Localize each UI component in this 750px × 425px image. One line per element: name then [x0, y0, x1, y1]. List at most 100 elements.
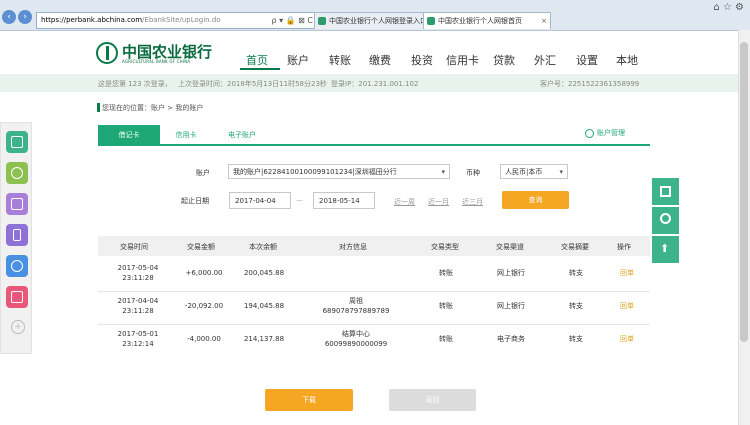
col-type: 交易类型	[431, 243, 459, 251]
customer-number: 客户号：2251522361358999	[540, 80, 640, 88]
tab-favicon-icon	[318, 17, 326, 25]
browser-tab-login[interactable]: 中国农业银行个人网银登录入口	[314, 12, 438, 29]
chart-icon[interactable]	[6, 193, 28, 215]
row-party-no: 689078797889789	[322, 307, 390, 315]
account-management-label: 账户管理	[597, 129, 625, 137]
row-party-no: 60099890000099	[324, 340, 388, 348]
graph-icon[interactable]	[6, 286, 28, 308]
nav-settings[interactable]: 设置	[576, 52, 598, 68]
table-row: 2017-05-04 23:11:28 +6,000.00 200,045.88…	[98, 261, 650, 289]
browser-chrome: ‹ › https://perbank.abchina.com/EbankSite…	[0, 0, 750, 31]
login-ip: 登录IP：201.231.001.102	[331, 80, 419, 88]
account-management-link[interactable]: 账户管理	[585, 128, 625, 138]
nav-active-underline	[240, 68, 280, 70]
nav-forex[interactable]: 外汇	[534, 52, 556, 68]
table-row: 2017-04-04 23:11:28 -20,092.00 194,045.8…	[98, 294, 650, 322]
breadcrumb: 您现在的位置：账户 > 我的账户	[102, 104, 204, 112]
row-party-name: 结算中心	[342, 330, 370, 338]
tab-credit-card[interactable]: 信用卡	[160, 125, 212, 145]
row-summary: 转支	[569, 302, 583, 310]
scrollbar-thumb[interactable]	[740, 42, 748, 342]
nav-invest[interactable]: 投资	[411, 52, 433, 68]
row-channel: 网上银行	[497, 269, 525, 277]
quick-range-week[interactable]: 近一周	[394, 197, 415, 207]
tab-title: 中国农业银行个人网银首页	[438, 17, 522, 25]
row-divider	[98, 324, 650, 325]
url-path: /EbankSite/upLogin.do	[142, 16, 221, 24]
card-icon[interactable]	[6, 131, 28, 153]
nav-payment[interactable]: 缴费	[369, 52, 391, 68]
row-balance: 194,045.88	[243, 302, 285, 310]
date-range-label: 起止日期	[181, 197, 209, 205]
start-date-input[interactable]: 2017-04-04	[229, 192, 291, 209]
yen-icon[interactable]	[6, 162, 28, 184]
download-button[interactable]: 下载	[265, 389, 353, 411]
col-summary: 交易摘要	[561, 243, 589, 251]
tab-e-account[interactable]: 电子账户	[216, 125, 268, 145]
login-count: 这是您第 123 次登录，	[98, 80, 172, 88]
account-select[interactable]: 我的账户|6228410010009910123​4|深圳福田分行 ▾	[228, 164, 450, 179]
forward-arrow-icon[interactable]: ›	[18, 10, 32, 24]
row-channel: 网上银行	[497, 302, 525, 310]
nav-credit-card[interactable]: 信用卡	[446, 52, 479, 68]
browser-nav-buttons: ‹ ›	[2, 10, 34, 24]
last-login-time: 上次登录时间：2018年5月13日11时58分23秒	[178, 80, 327, 88]
end-date-input[interactable]: 2018-05-14	[313, 192, 375, 209]
row-type: 转账	[439, 335, 453, 343]
currency-label: 币种	[466, 169, 480, 177]
date-separator: —	[296, 196, 303, 204]
col-amount: 交易金额	[187, 243, 215, 251]
tab-favicon-icon	[427, 17, 435, 25]
query-button[interactable]: 查询	[502, 191, 569, 209]
chevron-down-icon: ▾	[441, 168, 445, 176]
currency-select-value: 人民币|本币	[505, 168, 543, 176]
url-host: perbank.abchina.com	[66, 16, 143, 24]
row-type: 转账	[439, 269, 453, 277]
tools-icon[interactable]	[6, 255, 28, 277]
left-quick-menu: +	[0, 122, 32, 354]
breadcrumb-marker	[97, 103, 100, 112]
row-channel: 电子商务	[497, 335, 525, 343]
receipt-link[interactable]: 回单	[612, 334, 642, 344]
qr-code-icon[interactable]	[652, 178, 679, 205]
gear-icon	[585, 128, 594, 138]
row-summary: 转支	[569, 335, 583, 343]
back-button[interactable]: 返回	[389, 389, 476, 411]
account-select-value: 我的账户|6228410010009910123​4|深圳福田分行	[233, 168, 397, 176]
chevron-down-icon: ▾	[559, 168, 563, 176]
add-icon[interactable]: +	[11, 320, 25, 334]
back-to-top-icon[interactable]: ⬆	[652, 236, 679, 263]
phone-icon[interactable]	[6, 224, 28, 246]
nav-home[interactable]: 首页	[246, 52, 268, 68]
quick-range-3months[interactable]: 近三月	[462, 197, 483, 207]
address-bar-icons[interactable]: ρ ▾ 🔒 ⊠ C	[271, 13, 313, 28]
right-quick-menu: ⬆	[652, 178, 679, 264]
browser-tab-home[interactable]: 中国农业银行个人网银首页 ×	[423, 12, 551, 29]
nav-loan[interactable]: 贷款	[493, 52, 515, 68]
row-divider	[98, 291, 650, 292]
row-party-name: 周祖	[349, 297, 363, 305]
tab-title: 中国农业银行个人网银登录入口	[329, 17, 427, 25]
row-type: 转账	[439, 302, 453, 310]
nav-local[interactable]: 本地	[616, 52, 638, 68]
table-row: 2017-05-01 23:12:14 -4,000.00 214,137.88…	[98, 327, 650, 355]
col-balance: 本次余额	[249, 243, 277, 251]
service-icon[interactable]	[652, 207, 679, 234]
subtabs-divider	[98, 144, 650, 146]
currency-select[interactable]: 人民币|本币 ▾	[500, 164, 568, 179]
tab-debit-card[interactable]: 借记卡	[98, 125, 160, 145]
nav-account[interactable]: 账户	[287, 52, 309, 68]
tab-close-icon[interactable]: ×	[541, 13, 547, 29]
col-channel: 交易渠道	[496, 243, 524, 251]
receipt-link[interactable]: 回单	[612, 301, 642, 311]
col-action: 操作	[617, 243, 631, 251]
receipt-link[interactable]: 回单	[612, 268, 642, 278]
url-scheme: https://	[41, 16, 67, 24]
col-counterparty: 对方信息	[339, 243, 367, 251]
row-summary: 转支	[569, 269, 583, 277]
quick-range-month[interactable]: 近一月	[428, 197, 449, 207]
back-arrow-icon[interactable]: ‹	[2, 10, 16, 24]
address-bar[interactable]: https://perbank.abchina.com/EbankSite/up…	[36, 12, 318, 29]
browser-toolbar-icons[interactable]: ⌂ ☆ ⚙	[713, 2, 744, 13]
nav-transfer[interactable]: 转账	[329, 52, 351, 68]
